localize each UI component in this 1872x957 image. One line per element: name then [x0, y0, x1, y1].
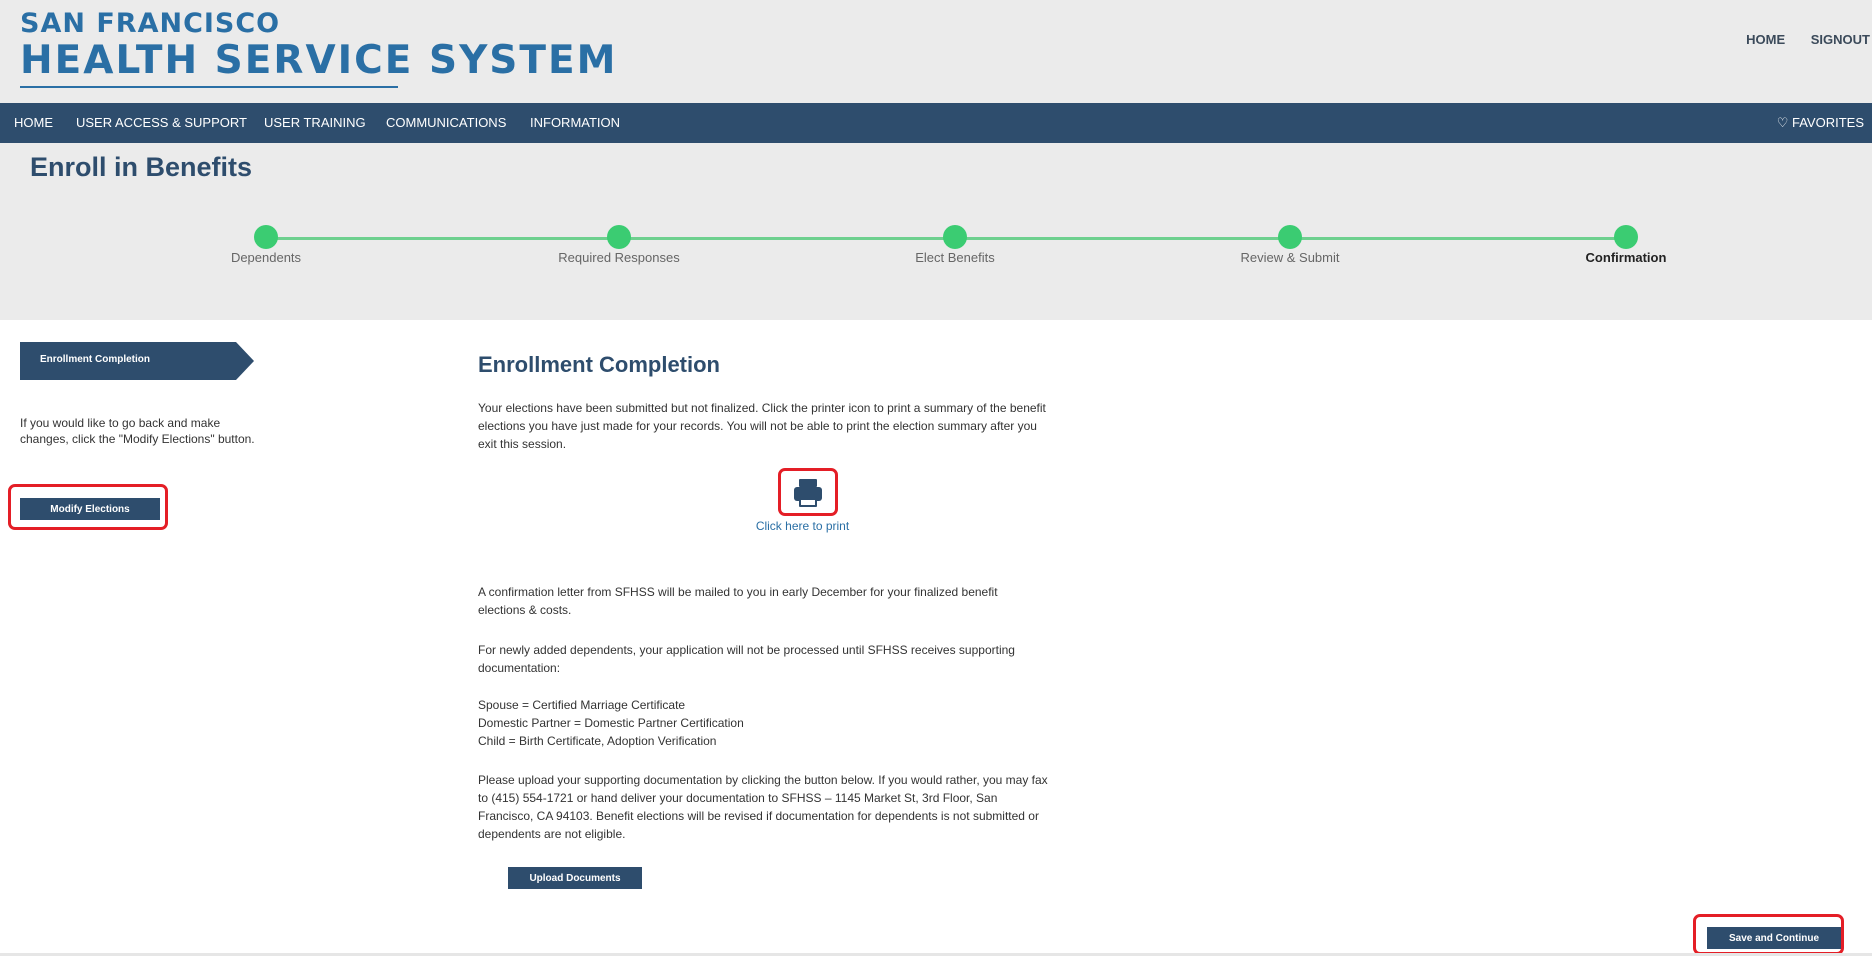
- sidebar-tab-label: Enrollment Completion: [40, 354, 150, 365]
- sidebar-tab-enrollment-completion[interactable]: Enrollment Completion: [20, 342, 254, 380]
- intro-text: Your elections have been submitted but n…: [478, 401, 1046, 451]
- print-link[interactable]: Click here to print: [700, 519, 905, 533]
- step-dot-confirmation: [1614, 225, 1638, 249]
- logo-line1: SAN FRANCISCO: [20, 8, 281, 39]
- page-title: Enroll in Benefits: [30, 152, 253, 182]
- step-label-review-submit: Review & Submit: [1240, 250, 1340, 265]
- upload-documents-button[interactable]: Upload Documents: [508, 867, 642, 889]
- nav-item-communications[interactable]: COMMUNICATIONS: [386, 115, 506, 130]
- nav-item-information[interactable]: INFORMATION: [530, 115, 620, 130]
- step-label-required-responses: Required Responses: [558, 250, 680, 265]
- doc-requirements: Spouse = Certified Marriage Certificate …: [478, 696, 1048, 750]
- logo[interactable]: SAN FRANCISCO HEALTH SERVICE SYSTEM: [20, 8, 617, 88]
- home-link[interactable]: HOME: [1746, 32, 1785, 47]
- step-dot-dependents: [254, 225, 278, 249]
- upload-note: Please upload your supporting documentat…: [478, 773, 1048, 841]
- print-button[interactable]: [780, 470, 836, 516]
- printer-icon: [794, 479, 822, 507]
- site-header: SAN FRANCISCO HEALTH SERVICE SYSTEM HOME…: [0, 0, 1872, 103]
- step-dot-review-submit: [1278, 225, 1302, 249]
- modify-elections-button[interactable]: Modify Elections: [20, 498, 160, 520]
- save-and-continue-button[interactable]: Save and Continue: [1707, 927, 1841, 949]
- doc-line-spouse: Spouse = Certified Marriage Certificate: [478, 698, 686, 712]
- top-links: HOME SIGNOUT: [1724, 32, 1870, 47]
- doc-line-domestic-partner: Domestic Partner = Domestic Partner Cert…: [478, 716, 744, 730]
- sidebar-help-text: If you would like to go back and make ch…: [20, 416, 255, 446]
- step-label-confirmation: Confirmation: [1585, 250, 1667, 265]
- step-dot-elect-benefits: [943, 225, 967, 249]
- section-title: Enrollment Completion: [478, 352, 720, 377]
- main-nav: HOME USER ACCESS & SUPPORT USER TRAINING…: [0, 103, 1872, 143]
- nav-item-user-access-support[interactable]: USER ACCESS & SUPPORT: [76, 115, 247, 130]
- nav-item-home[interactable]: HOME: [14, 115, 53, 130]
- footer-divider: [0, 953, 1872, 956]
- logo-line2: HEALTH SERVICE SYSTEM: [20, 38, 618, 83]
- favorites-link[interactable]: ♡ FAVORITES: [1777, 115, 1864, 131]
- progress-band: [0, 143, 1872, 320]
- step-dot-required-responses: [607, 225, 631, 249]
- doc-line-child: Child = Birth Certificate, Adoption Veri…: [478, 734, 717, 748]
- signout-link[interactable]: SIGNOUT: [1811, 32, 1870, 47]
- logo-underline: [20, 86, 398, 88]
- step-label-elect-benefits: Elect Benefits: [915, 250, 995, 265]
- dependents-note: For newly added dependents, your applica…: [478, 643, 1015, 675]
- step-label-dependents: Dependents: [230, 250, 302, 265]
- nav-item-user-training[interactable]: USER TRAINING: [264, 115, 366, 130]
- confirmation-note: A confirmation letter from SFHSS will be…: [478, 585, 998, 617]
